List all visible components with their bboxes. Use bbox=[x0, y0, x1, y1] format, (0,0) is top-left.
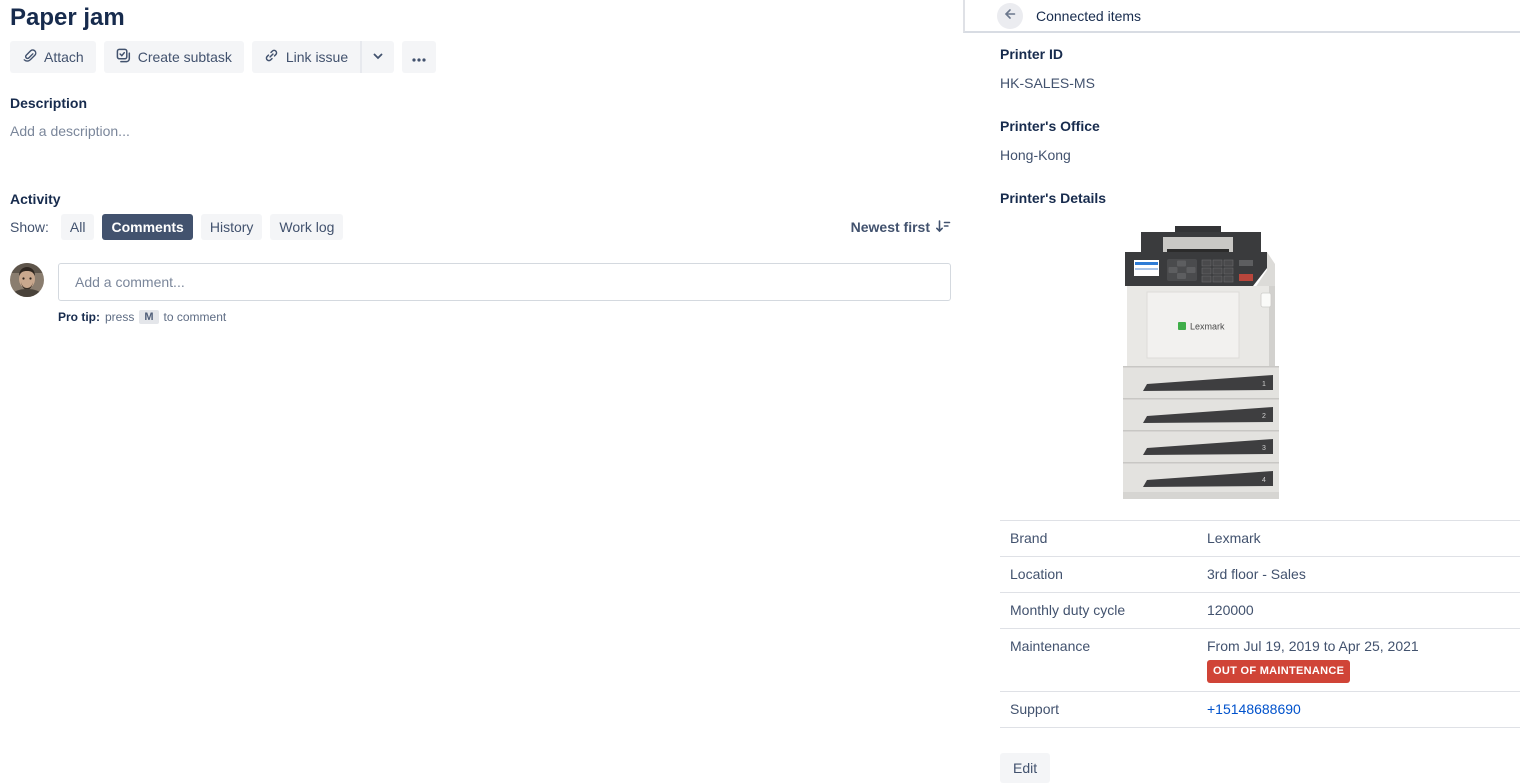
maintenance-dates: From Jul 19, 2019 to Apr 25, 2021 bbox=[1207, 637, 1520, 656]
link-issue-split-button: Link issue bbox=[252, 41, 394, 73]
more-actions-button[interactable] bbox=[402, 41, 436, 73]
avatar[interactable] bbox=[10, 263, 44, 297]
paperclip-icon bbox=[22, 48, 37, 66]
activity-label: Activity bbox=[10, 190, 951, 208]
status-badge: OUT OF MAINTENANCE bbox=[1207, 660, 1350, 683]
issue-main-panel: Paper jam Attach Create subtask Link iss… bbox=[0, 0, 951, 324]
table-row-location: Location 3rd floor - Sales bbox=[1000, 556, 1520, 592]
support-phone-link[interactable]: +15148688690 bbox=[1207, 701, 1301, 717]
add-comment-row bbox=[10, 263, 951, 301]
chevron-down-icon bbox=[372, 49, 384, 65]
printer-office-label: Printer's Office bbox=[1000, 117, 1520, 135]
table-row-brand: Brand Lexmark bbox=[1000, 520, 1520, 556]
attach-button[interactable]: Attach bbox=[10, 41, 96, 73]
keyboard-key-m: M bbox=[139, 310, 158, 324]
row-value: Lexmark bbox=[1207, 529, 1520, 548]
issue-toolbar: Attach Create subtask Link issue bbox=[10, 41, 951, 73]
tray-2-number: 2 bbox=[1262, 413, 1266, 420]
filter-comments-button[interactable]: Comments bbox=[102, 214, 192, 240]
printer-image: Lexmark 1 2 3 bbox=[1115, 224, 1285, 501]
filter-all-button[interactable]: All bbox=[61, 214, 95, 240]
tray-3-number: 3 bbox=[1262, 445, 1266, 452]
attach-button-label: Attach bbox=[44, 49, 84, 65]
link-issue-button-label: Link issue bbox=[286, 49, 348, 65]
arrow-left-icon bbox=[1003, 7, 1017, 24]
connected-items-content: Printer ID HK-SALES-MS Printer's Office … bbox=[963, 33, 1520, 783]
row-label: Monthly duty cycle bbox=[1000, 601, 1207, 620]
table-row-support: Support +15148688690 bbox=[1000, 691, 1520, 728]
link-issue-dropdown-button[interactable] bbox=[360, 41, 394, 73]
printer-id-label: Printer ID bbox=[1000, 45, 1520, 63]
row-value: From Jul 19, 2019 to Apr 25, 2021 OUT OF… bbox=[1207, 637, 1520, 683]
printer-details-label: Printer's Details bbox=[1000, 189, 1520, 207]
printer-details-table: Brand Lexmark Location 3rd floor - Sales… bbox=[1000, 520, 1520, 728]
table-row-duty-cycle: Monthly duty cycle 120000 bbox=[1000, 592, 1520, 628]
create-subtask-button-label: Create subtask bbox=[138, 49, 232, 65]
row-label: Location bbox=[1000, 565, 1207, 584]
printer-logo-text: Lexmark bbox=[1190, 322, 1225, 332]
sort-order-label: Newest first bbox=[851, 219, 930, 235]
row-label: Support bbox=[1000, 700, 1207, 719]
sort-descending-icon bbox=[935, 219, 951, 236]
sort-order-toggle[interactable]: Newest first bbox=[851, 219, 951, 236]
row-label: Maintenance bbox=[1000, 637, 1207, 656]
description-label: Description bbox=[10, 94, 951, 112]
row-label: Brand bbox=[1000, 529, 1207, 548]
activity-filter-bar: Show: All Comments History Work log Newe… bbox=[10, 214, 951, 240]
table-row-maintenance: Maintenance From Jul 19, 2019 to Apr 25,… bbox=[1000, 628, 1520, 691]
link-icon bbox=[264, 48, 279, 66]
printer-id-value: HK-SALES-MS bbox=[1000, 74, 1520, 92]
pro-tip: Pro tip: press M to comment bbox=[58, 310, 951, 324]
pro-tip-suffix: to comment bbox=[164, 310, 227, 324]
row-value: 120000 bbox=[1207, 601, 1520, 620]
tray-4-number: 4 bbox=[1262, 477, 1266, 484]
create-subtask-button[interactable]: Create subtask bbox=[104, 41, 244, 73]
filter-history-button[interactable]: History bbox=[201, 214, 263, 240]
filter-worklog-button[interactable]: Work log bbox=[270, 214, 343, 240]
pro-tip-prefix: Pro tip: bbox=[58, 310, 100, 324]
description-placeholder[interactable]: Add a description... bbox=[10, 122, 951, 140]
subtask-check-icon bbox=[116, 48, 131, 66]
connected-items-title: Connected items bbox=[1036, 8, 1141, 24]
show-label: Show: bbox=[10, 219, 49, 235]
comment-input[interactable] bbox=[58, 263, 951, 301]
page-title: Paper jam bbox=[10, 0, 951, 34]
link-issue-button[interactable]: Link issue bbox=[252, 41, 360, 73]
edit-button[interactable]: Edit bbox=[1000, 753, 1050, 783]
connected-items-header: Connected items bbox=[963, 0, 1520, 33]
row-value: 3rd floor - Sales bbox=[1207, 565, 1520, 584]
connected-items-panel: Connected items Printer ID HK-SALES-MS P… bbox=[963, 0, 1520, 780]
printer-office-value: Hong-Kong bbox=[1000, 146, 1520, 164]
ellipsis-icon bbox=[412, 49, 426, 65]
tray-1-number: 1 bbox=[1262, 381, 1266, 388]
pro-tip-press: press bbox=[105, 310, 134, 324]
back-button[interactable] bbox=[997, 3, 1023, 29]
